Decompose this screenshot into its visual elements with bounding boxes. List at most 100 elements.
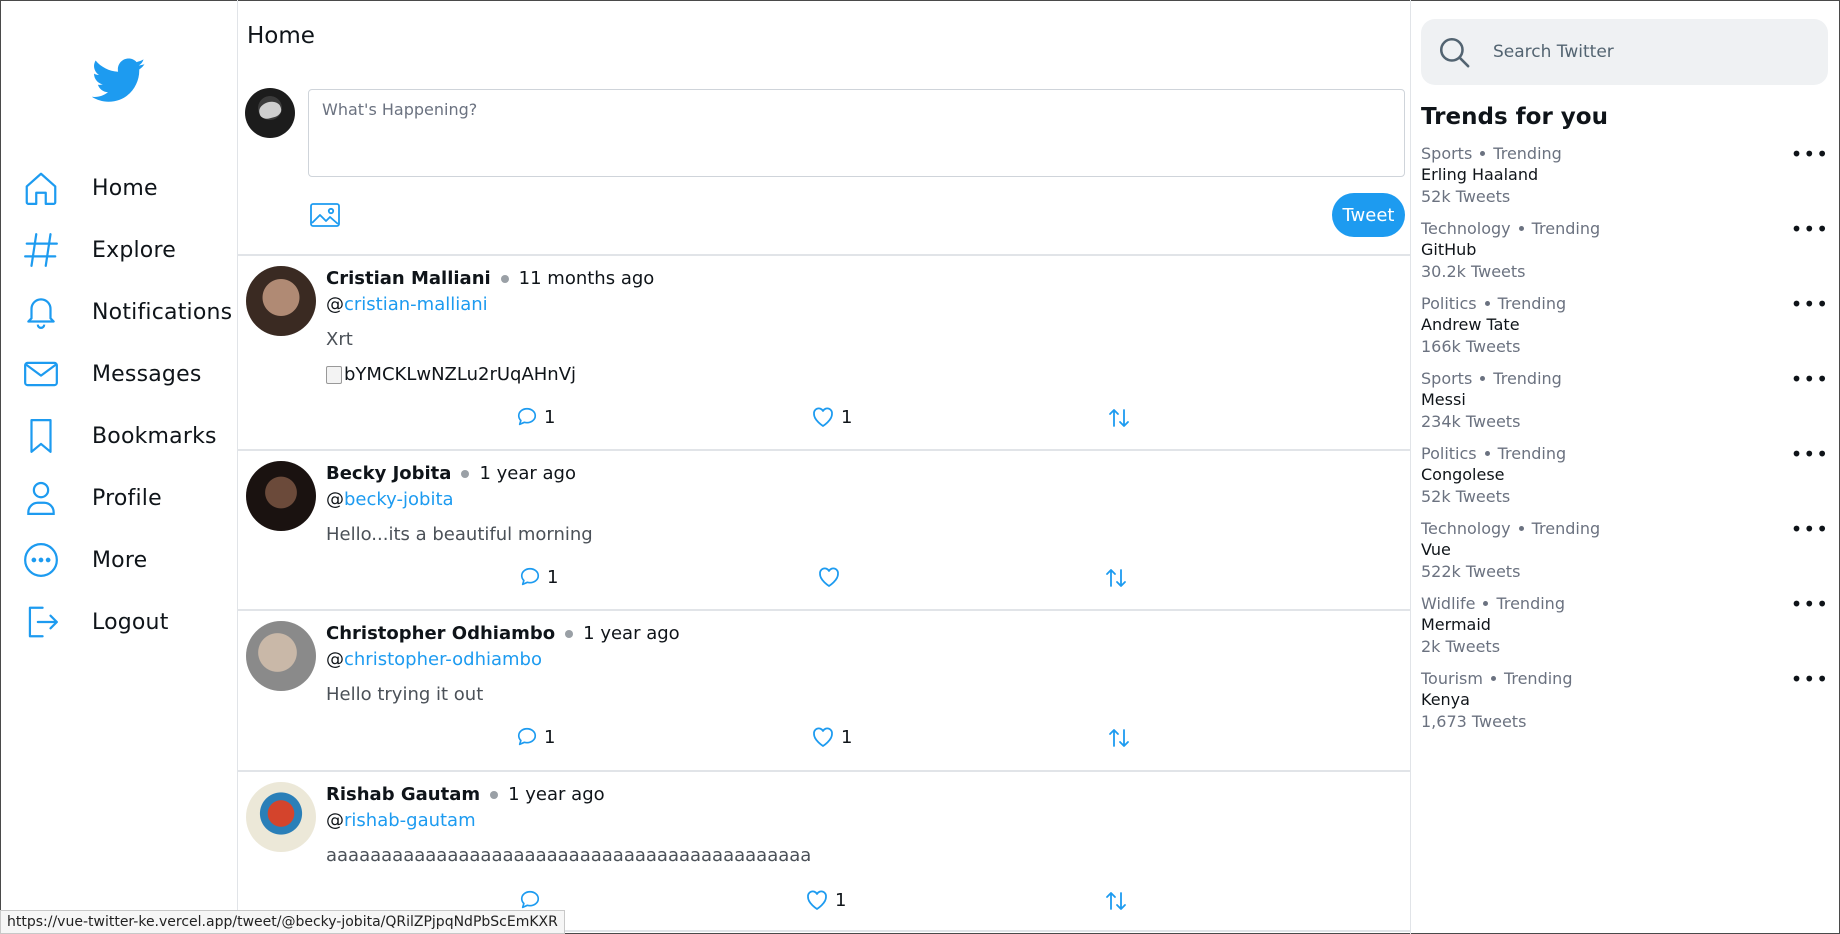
tweet-header: Cristian Malliani 11 months ago (326, 268, 654, 289)
trend-item[interactable]: Tourism Trending Kenya 1,673 Tweets ••• (1421, 668, 1840, 743)
like-button[interactable]: 1 (811, 406, 852, 428)
heart-icon (813, 727, 833, 747)
twitter-bird-icon[interactable] (91, 58, 146, 104)
trend-item[interactable]: Politics Trending Congolese 52k Tweets ••… (1421, 443, 1840, 518)
tweet-button[interactable]: Tweet (1332, 193, 1405, 237)
search-icon (1437, 35, 1471, 69)
nav-item-notifications[interactable]: Notifications (20, 281, 232, 343)
trend-category: Technology (1421, 218, 1511, 238)
like-button[interactable] (817, 566, 847, 588)
tweet-handle-link[interactable]: becky-jobita (344, 489, 454, 510)
image-upload-icon[interactable] (309, 201, 341, 229)
tweet-avatar[interactable] (246, 621, 316, 691)
trend-item[interactable]: Politics Trending Andrew Tate 166k Tweets… (1421, 293, 1840, 368)
heart-icon (819, 567, 839, 587)
tweet-author-name[interactable]: Becky Jobita (326, 463, 451, 484)
more-options-icon[interactable]: ••• (1791, 219, 1829, 239)
trend-status: Trending (1531, 518, 1601, 538)
reply-button[interactable] (519, 889, 547, 911)
reply-button[interactable]: 1 (519, 566, 558, 588)
trend-meta: Politics Trending (1421, 443, 1840, 463)
tweet-header: Becky Jobita 1 year ago (326, 463, 576, 484)
nav-menu: Home Explore Notifications Messages Book… (20, 157, 232, 653)
tweet-author-name[interactable]: Cristian Malliani (326, 268, 491, 289)
tweet-card[interactable]: Rishab Gautam 1 year ago @rishab-gautam … (238, 770, 1410, 932)
trend-item[interactable]: Technology Trending Vue 522k Tweets ••• (1421, 518, 1840, 593)
separator-dot (1518, 225, 1524, 231)
tweet-handle-link[interactable]: christopher-odhiambo (344, 649, 542, 670)
tweet-avatar[interactable] (246, 461, 316, 531)
trend-topic: Messi (1421, 390, 1466, 409)
nav-item-home[interactable]: Home (20, 157, 232, 219)
tweet-actions: 1 1 (238, 726, 1410, 756)
nav-item-messages[interactable]: Messages (20, 343, 232, 405)
more-options-icon[interactable]: ••• (1791, 594, 1829, 614)
nav-item-more[interactable]: More (20, 529, 232, 591)
trend-item[interactable]: Widlife Trending Mermaid 2k Tweets ••• (1421, 593, 1840, 668)
tweet-handle: @cristian-malliani (326, 294, 488, 315)
nav-label-profile: Profile (92, 485, 162, 511)
trend-meta: Sports Trending (1421, 368, 1840, 388)
bookmark-icon (20, 415, 62, 457)
retweet-button[interactable] (1104, 566, 1134, 590)
like-count: 1 (841, 406, 853, 428)
nav-item-explore[interactable]: Explore (20, 219, 232, 281)
more-options-icon[interactable]: ••• (1791, 444, 1829, 464)
trend-category: Politics (1421, 443, 1477, 463)
separator-dot (461, 469, 470, 478)
tweet-handle-link[interactable]: cristian-malliani (344, 294, 488, 315)
more-options-icon[interactable]: ••• (1791, 519, 1829, 539)
nav-item-bookmarks[interactable]: Bookmarks (20, 405, 232, 467)
tweet-actions: 1 1 (238, 406, 1410, 436)
tweet-composer-input[interactable] (308, 89, 1405, 177)
tweet-text: Hello trying it out (326, 684, 484, 705)
trend-count: 52k Tweets (1421, 487, 1511, 506)
trend-count: 52k Tweets (1421, 187, 1511, 206)
main-feed-column: Home Tweet Cristian Malliani 11 months a… (237, 0, 1411, 934)
retweet-icon (1106, 569, 1126, 587)
tweet-card[interactable]: Cristian Malliani 11 months ago @cristia… (238, 254, 1410, 449)
more-options-icon[interactable]: ••• (1791, 144, 1829, 164)
trend-category: Sports (1421, 143, 1473, 163)
handle-prefix: @ (326, 489, 344, 510)
separator-dot (1483, 600, 1489, 606)
trend-status: Trending (1497, 443, 1567, 463)
more-options-icon[interactable]: ••• (1791, 669, 1829, 689)
like-button[interactable]: 1 (805, 889, 846, 911)
tweet-handle: @rishab-gautam (326, 810, 476, 831)
nav-item-logout[interactable]: Logout (20, 591, 232, 653)
tweet-card[interactable]: Becky Jobita 1 year ago @becky-jobita He… (238, 449, 1410, 609)
trend-count: 234k Tweets (1421, 412, 1521, 431)
tweet-avatar[interactable] (246, 782, 316, 852)
like-button[interactable]: 1 (811, 726, 852, 748)
search-box[interactable] (1421, 19, 1828, 85)
trend-topic: Kenya (1421, 690, 1470, 709)
tweet-text: aaaaaaaaaaaaaaaaaaaaaaaaaaaaaaaaaaaaaaaa… (326, 845, 812, 866)
trend-category: Politics (1421, 293, 1477, 313)
tweet-author-name[interactable]: Christopher Odhiambo (326, 623, 555, 644)
search-input[interactable] (1493, 42, 1813, 62)
retweet-button[interactable] (1107, 726, 1137, 750)
retweet-button[interactable] (1107, 406, 1137, 430)
tweet-avatar[interactable] (246, 266, 316, 336)
retweet-button[interactable] (1104, 889, 1134, 913)
reply-button[interactable]: 1 (516, 406, 555, 428)
tweet-card[interactable]: Christopher Odhiambo 1 year ago @christo… (238, 609, 1410, 770)
trend-item[interactable]: Sports Trending Messi 234k Tweets ••• (1421, 368, 1840, 443)
right-column: Trends for you Sports Trending Erling Haa… (1411, 0, 1840, 934)
tweet-image-broken[interactable]: bYMCKLwNZLu2rUqAHnVj (326, 364, 576, 385)
trend-category: Widlife (1421, 593, 1476, 613)
more-options-icon[interactable]: ••• (1791, 294, 1829, 314)
nav-item-profile[interactable]: Profile (20, 467, 232, 529)
heart-icon (813, 407, 833, 427)
trend-item[interactable]: Sports Trending Erling Haaland 52k Tweets… (1421, 143, 1840, 218)
more-options-icon[interactable]: ••• (1791, 369, 1829, 389)
tweet-author-name[interactable]: Rishab Gautam (326, 784, 480, 805)
link-preview-statusbar: https://vue-twitter-ke.vercel.app/tweet/… (0, 910, 565, 934)
tweet-handle-link[interactable]: rishab-gautam (344, 810, 476, 831)
separator-dot (1484, 450, 1490, 456)
trend-item[interactable]: Technology Trending GitHub 30.2k Tweets •… (1421, 218, 1840, 293)
reply-button[interactable]: 1 (516, 726, 555, 748)
trend-topic: GitHub (1421, 240, 1477, 259)
nav-label-more: More (92, 547, 148, 573)
